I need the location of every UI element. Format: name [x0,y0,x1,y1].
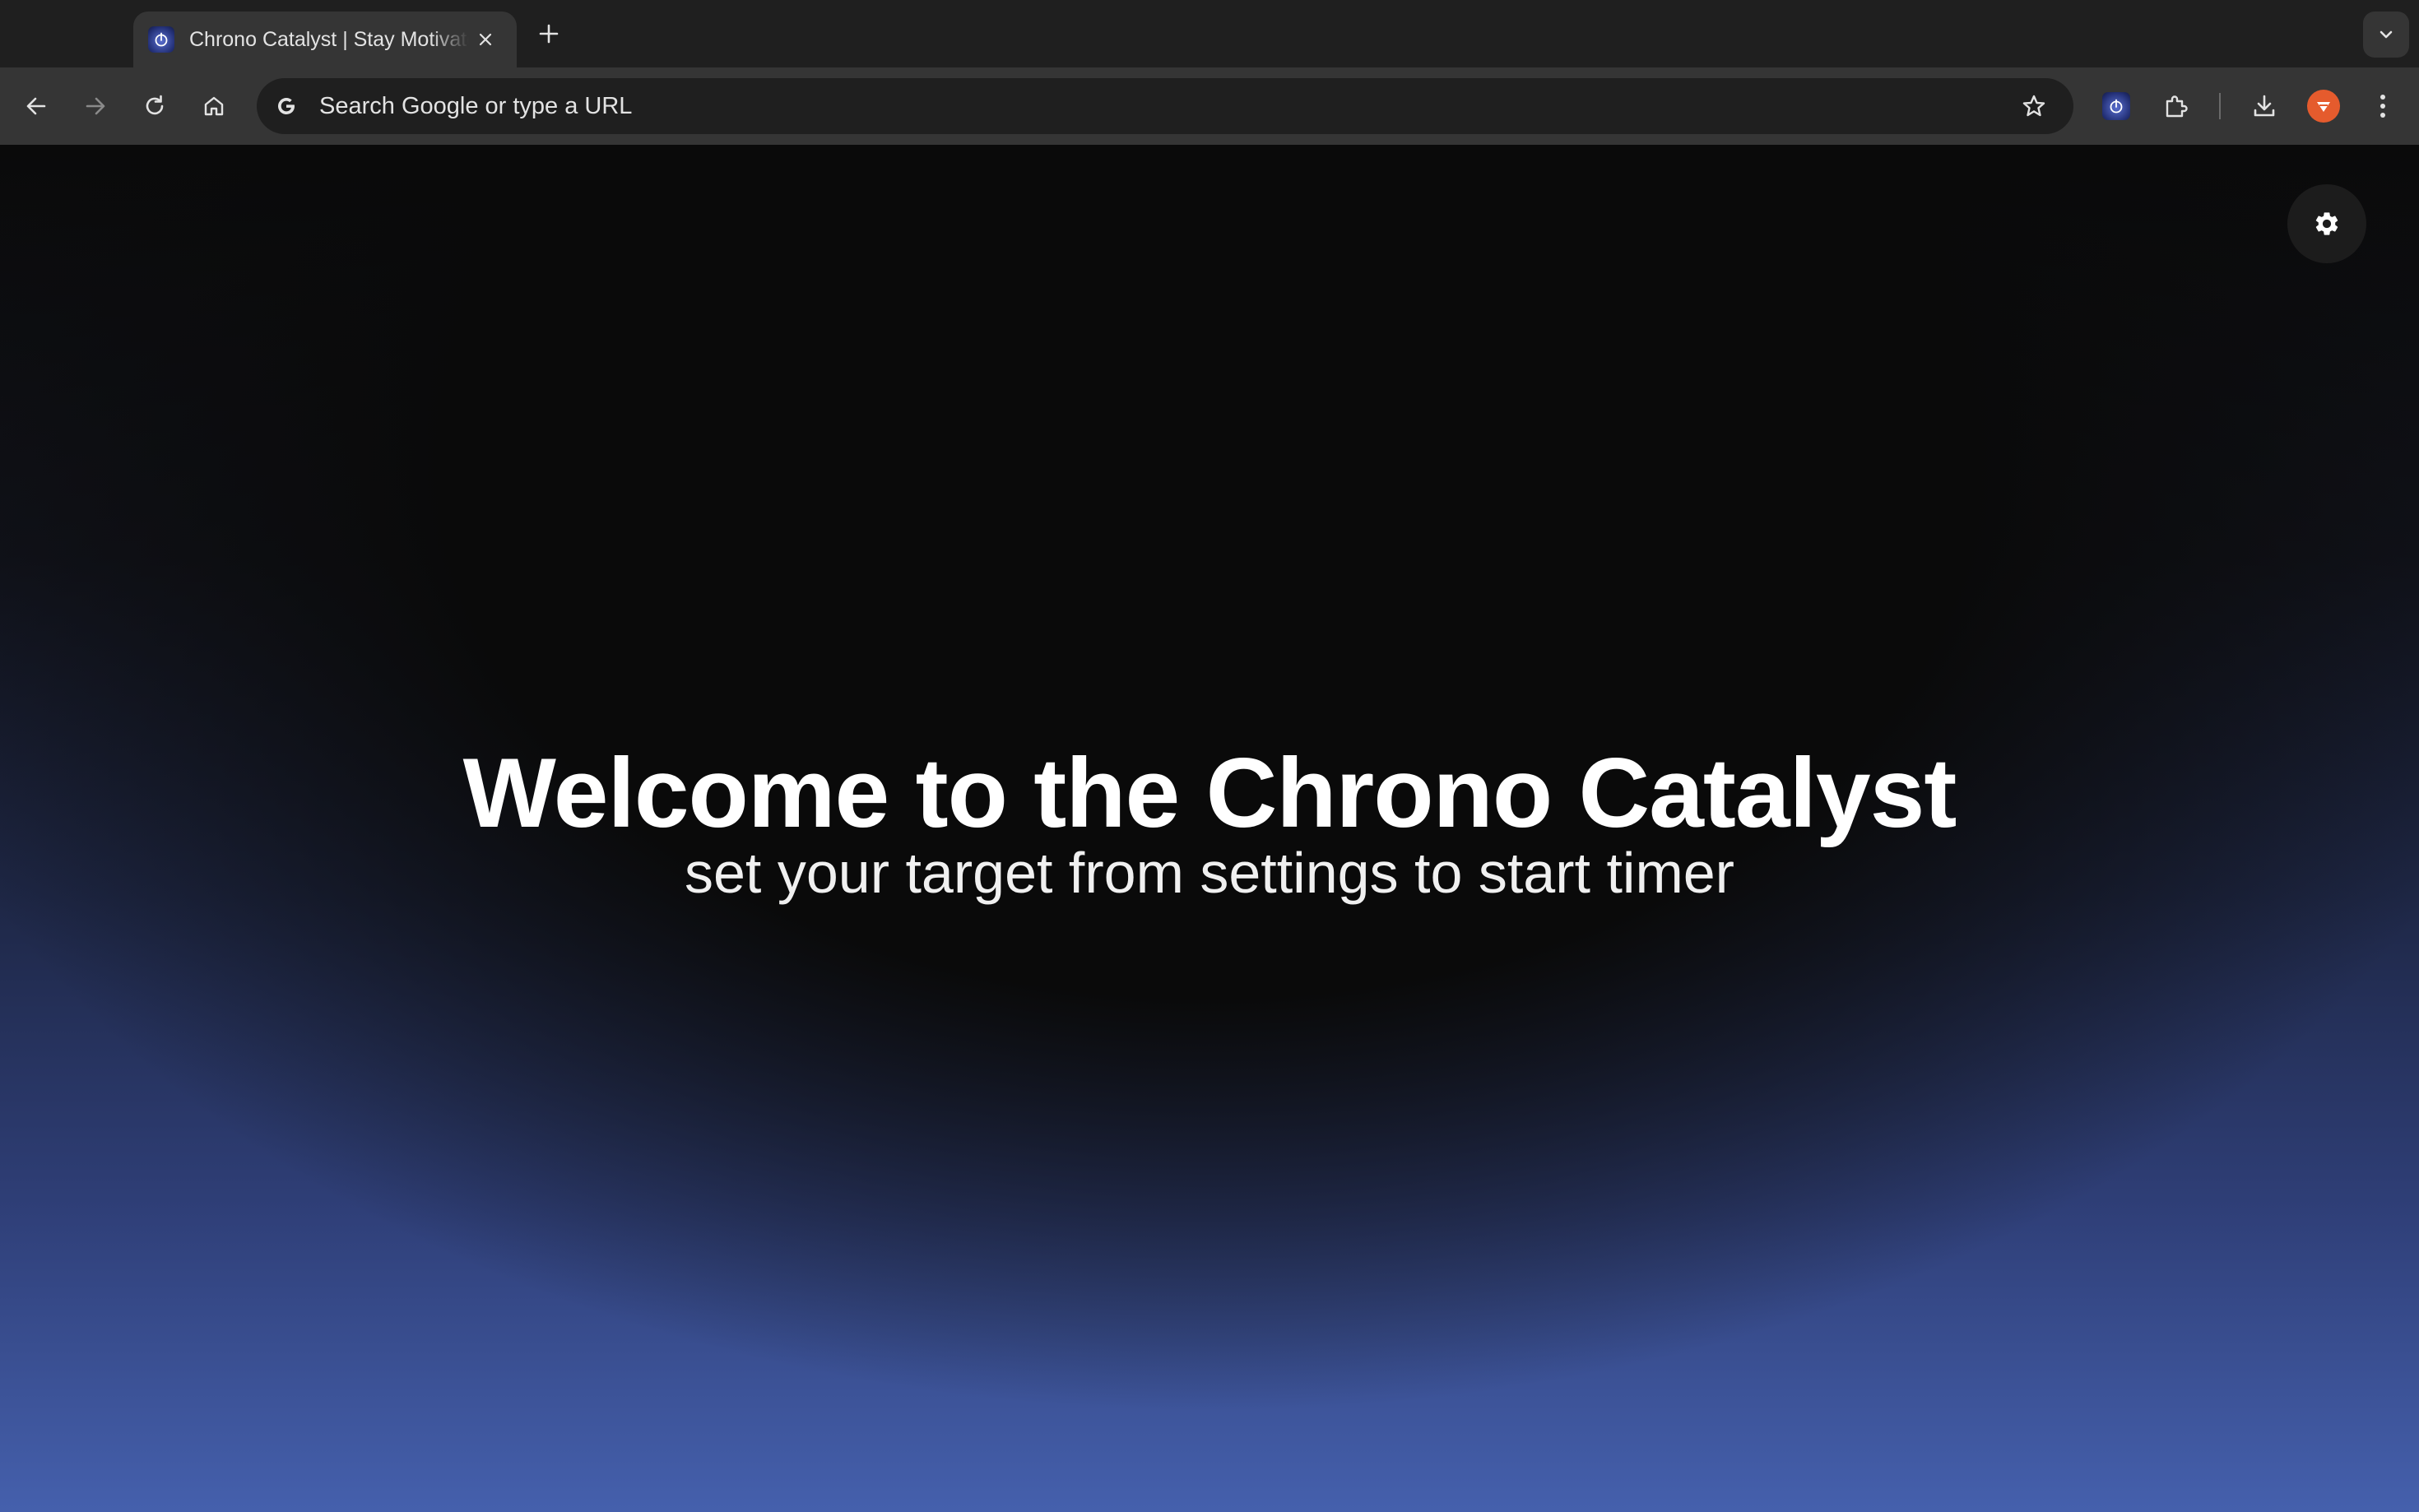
forward-button[interactable] [74,85,117,128]
stopwatch-icon [148,26,174,53]
browser-toolbar: Search Google or type a URL [0,67,2419,145]
stopwatch-icon [2102,92,2130,120]
chevron-down-icon [2380,30,2393,39]
browser-tab-active[interactable]: Chrono Catalyst | Stay Motivated [133,12,517,67]
downloads-button[interactable] [2243,85,2286,128]
tab-search-button[interactable] [2363,12,2409,58]
settings-button[interactable] [2287,184,2366,263]
extensions-button[interactable] [2154,85,2197,128]
page-viewport: Welcome to the Chrono Catalyst set your … [0,145,2419,1512]
reload-button[interactable] [133,85,176,128]
puzzle-icon [2166,95,2188,118]
google-icon [272,91,301,121]
more-vertical-icon [2380,95,2385,118]
welcome-section: Welcome to the Chrono Catalyst set your … [0,737,2419,908]
home-button[interactable] [193,85,235,128]
page-title: Welcome to the Chrono Catalyst [462,738,1957,848]
profile-logo-icon [2317,102,2330,112]
avatar [2307,90,2340,123]
browser-menu-button[interactable] [2361,85,2404,128]
tab-title: Chrono Catalyst | Stay Motivated [189,27,469,51]
tab-strip: Chrono Catalyst | Stay Motivated [0,0,2419,67]
gear-icon [2315,212,2338,235]
reload-icon [146,95,164,115]
home-icon [204,96,224,116]
download-icon [2254,95,2275,117]
back-button[interactable] [15,85,58,128]
search-input[interactable]: Search Google or type a URL [319,93,2017,120]
star-icon[interactable] [2017,90,2050,123]
page-subtitle: set your target from settings to start t… [685,841,1734,905]
toolbar-divider [2219,93,2221,119]
close-tab-icon[interactable] [471,25,500,54]
address-bar[interactable]: Search Google or type a URL [257,78,2073,134]
arrow-left-icon [26,97,46,115]
plus-icon [539,24,559,44]
new-tab-button[interactable] [532,16,566,51]
profile-button[interactable] [2302,85,2345,128]
extension-chrono-catalyst-button[interactable] [2095,85,2138,128]
arrow-right-icon [86,97,105,115]
